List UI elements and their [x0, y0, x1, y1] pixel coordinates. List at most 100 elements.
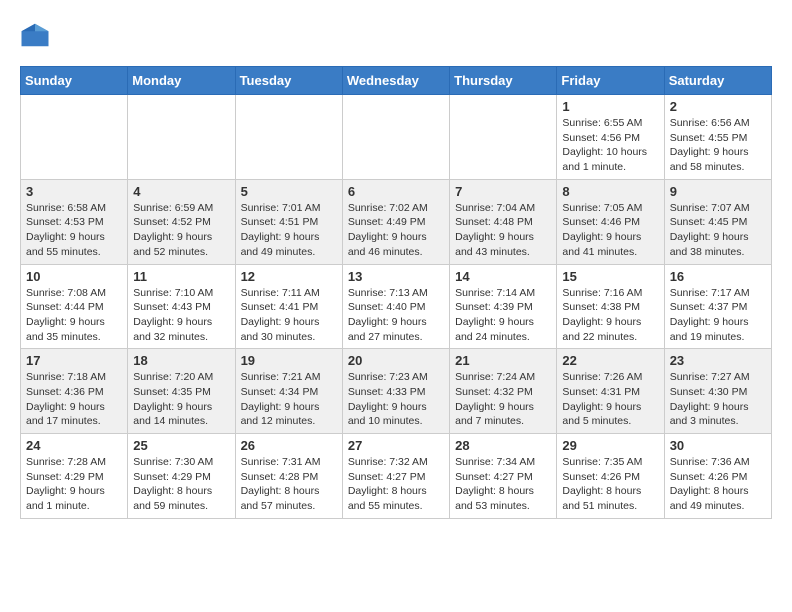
day-number: 25 [133, 438, 229, 453]
day-number: 5 [241, 184, 337, 199]
day-number: 18 [133, 353, 229, 368]
day-number: 2 [670, 99, 766, 114]
day-number: 4 [133, 184, 229, 199]
day-number: 27 [348, 438, 444, 453]
day-number: 17 [26, 353, 122, 368]
day-info: Sunrise: 7:07 AM Sunset: 4:45 PM Dayligh… [670, 201, 766, 260]
calendar-day-32: 28 Sunrise: 7:34 AM Sunset: 4:27 PM Dayli… [450, 434, 557, 519]
day-info: Sunrise: 7:02 AM Sunset: 4:49 PM Dayligh… [348, 201, 444, 260]
day-number: 19 [241, 353, 337, 368]
day-info: Sunrise: 7:17 AM Sunset: 4:37 PM Dayligh… [670, 286, 766, 345]
calendar-day-21: 17 Sunrise: 7:18 AM Sunset: 4:36 PM Dayli… [21, 349, 128, 434]
day-info: Sunrise: 7:18 AM Sunset: 4:36 PM Dayligh… [26, 370, 122, 429]
calendar-day-15: 11Sunrise: 7:10 AM Sunset: 4:43 PM Dayli… [128, 264, 235, 349]
calendar-day-0 [21, 95, 128, 180]
calendar-day-2 [235, 95, 342, 180]
day-number: 12 [241, 269, 337, 284]
header-saturday: Saturday [664, 67, 771, 95]
logo-icon [20, 20, 50, 50]
day-info: Sunrise: 6:59 AM Sunset: 4:52 PM Dayligh… [133, 201, 229, 260]
day-info: Sunrise: 7:10 AM Sunset: 4:43 PM Dayligh… [133, 286, 229, 345]
calendar-day-18: 14 Sunrise: 7:14 AM Sunset: 4:39 PM Dayli… [450, 264, 557, 349]
day-number: 29 [562, 438, 658, 453]
day-number: 24 [26, 438, 122, 453]
day-number: 23 [670, 353, 766, 368]
day-number: 21 [455, 353, 551, 368]
day-number: 15 [562, 269, 658, 284]
calendar-day-30: 26Sunrise: 7:31 AM Sunset: 4:28 PM Dayli… [235, 434, 342, 519]
calendar-day-29: 25 Sunrise: 7:30 AM Sunset: 4:29 PM Dayli… [128, 434, 235, 519]
day-number: 20 [348, 353, 444, 368]
day-info: Sunrise: 6:56 AM Sunset: 4:55 PM Dayligh… [670, 116, 766, 175]
calendar-week-2: 3 Sunrise: 6:58 AM Sunset: 4:53 PM Daylig… [21, 179, 772, 264]
calendar-day-12: 8 Sunrise: 7:05 AM Sunset: 4:46 PM Daylig… [557, 179, 664, 264]
day-info: Sunrise: 7:20 AM Sunset: 4:35 PM Dayligh… [133, 370, 229, 429]
day-number: 6 [348, 184, 444, 199]
calendar-day-9: 5 Sunrise: 7:01 AM Sunset: 4:51 PM Daylig… [235, 179, 342, 264]
calendar-day-25: 21 Sunrise: 7:24 AM Sunset: 4:32 PM Dayli… [450, 349, 557, 434]
day-number: 10 [26, 269, 122, 284]
day-info: Sunrise: 7:13 AM Sunset: 4:40 PM Dayligh… [348, 286, 444, 345]
day-number: 13 [348, 269, 444, 284]
calendar-day-11: 7Sunrise: 7:04 AM Sunset: 4:48 PM Daylig… [450, 179, 557, 264]
header-friday: Friday [557, 67, 664, 95]
calendar-day-23: 19Sunrise: 7:21 AM Sunset: 4:34 PM Dayli… [235, 349, 342, 434]
calendar-day-22: 18 Sunrise: 7:20 AM Sunset: 4:35 PM Dayli… [128, 349, 235, 434]
calendar-day-28: 24 Sunrise: 7:28 AM Sunset: 4:29 PM Dayli… [21, 434, 128, 519]
calendar-day-20: 16 Sunrise: 7:17 AM Sunset: 4:37 PM Dayli… [664, 264, 771, 349]
logo [20, 20, 54, 50]
day-info: Sunrise: 7:32 AM Sunset: 4:27 PM Dayligh… [348, 455, 444, 514]
day-number: 16 [670, 269, 766, 284]
calendar-day-3 [342, 95, 449, 180]
calendar-day-10: 6 Sunrise: 7:02 AM Sunset: 4:49 PM Daylig… [342, 179, 449, 264]
calendar-day-27: 23 Sunrise: 7:27 AM Sunset: 4:30 PM Dayli… [664, 349, 771, 434]
day-number: 30 [670, 438, 766, 453]
calendar-week-4: 17 Sunrise: 7:18 AM Sunset: 4:36 PM Dayli… [21, 349, 772, 434]
header-sunday: Sunday [21, 67, 128, 95]
calendar-day-5: 1Sunrise: 6:55 AM Sunset: 4:56 PM Daylig… [557, 95, 664, 180]
day-number: 22 [562, 353, 658, 368]
calendar-day-14: 10 Sunrise: 7:08 AM Sunset: 4:44 PM Dayli… [21, 264, 128, 349]
day-info: Sunrise: 7:34 AM Sunset: 4:27 PM Dayligh… [455, 455, 551, 514]
day-info: Sunrise: 6:58 AM Sunset: 4:53 PM Dayligh… [26, 201, 122, 260]
calendar-day-8: 4 Sunrise: 6:59 AM Sunset: 4:52 PM Daylig… [128, 179, 235, 264]
day-number: 28 [455, 438, 551, 453]
header-thursday: Thursday [450, 67, 557, 95]
calendar-day-7: 3 Sunrise: 6:58 AM Sunset: 4:53 PM Daylig… [21, 179, 128, 264]
header-wednesday: Wednesday [342, 67, 449, 95]
calendar-day-1 [128, 95, 235, 180]
day-info: Sunrise: 7:24 AM Sunset: 4:32 PM Dayligh… [455, 370, 551, 429]
calendar-day-6: 2 Sunrise: 6:56 AM Sunset: 4:55 PM Daylig… [664, 95, 771, 180]
calendar-day-31: 27 Sunrise: 7:32 AM Sunset: 4:27 PM Dayli… [342, 434, 449, 519]
day-number: 3 [26, 184, 122, 199]
header-monday: Monday [128, 67, 235, 95]
calendar-day-26: 22 Sunrise: 7:26 AM Sunset: 4:31 PM Dayli… [557, 349, 664, 434]
day-info: Sunrise: 7:05 AM Sunset: 4:46 PM Dayligh… [562, 201, 658, 260]
day-info: Sunrise: 7:28 AM Sunset: 4:29 PM Dayligh… [26, 455, 122, 514]
day-info: Sunrise: 6:55 AM Sunset: 4:56 PM Dayligh… [562, 116, 658, 175]
day-info: Sunrise: 7:27 AM Sunset: 4:30 PM Dayligh… [670, 370, 766, 429]
day-number: 14 [455, 269, 551, 284]
day-info: Sunrise: 7:30 AM Sunset: 4:29 PM Dayligh… [133, 455, 229, 514]
day-info: Sunrise: 7:04 AM Sunset: 4:48 PM Dayligh… [455, 201, 551, 260]
calendar-week-5: 24 Sunrise: 7:28 AM Sunset: 4:29 PM Dayli… [21, 434, 772, 519]
calendar-day-19: 15 Sunrise: 7:16 AM Sunset: 4:38 PM Dayli… [557, 264, 664, 349]
day-info: Sunrise: 7:01 AM Sunset: 4:51 PM Dayligh… [241, 201, 337, 260]
header [20, 20, 772, 50]
calendar-day-4 [450, 95, 557, 180]
calendar-day-33: 29 Sunrise: 7:35 AM Sunset: 4:26 PM Dayli… [557, 434, 664, 519]
day-info: Sunrise: 7:36 AM Sunset: 4:26 PM Dayligh… [670, 455, 766, 514]
day-info: Sunrise: 7:35 AM Sunset: 4:26 PM Dayligh… [562, 455, 658, 514]
day-number: 9 [670, 184, 766, 199]
day-info: Sunrise: 7:23 AM Sunset: 4:33 PM Dayligh… [348, 370, 444, 429]
day-info: Sunrise: 7:31 AM Sunset: 4:28 PM Dayligh… [241, 455, 337, 514]
calendar-day-17: 13 Sunrise: 7:13 AM Sunset: 4:40 PM Dayli… [342, 264, 449, 349]
calendar-week-1: 1Sunrise: 6:55 AM Sunset: 4:56 PM Daylig… [21, 95, 772, 180]
day-info: Sunrise: 7:14 AM Sunset: 4:39 PM Dayligh… [455, 286, 551, 345]
day-number: 8 [562, 184, 658, 199]
day-info: Sunrise: 7:26 AM Sunset: 4:31 PM Dayligh… [562, 370, 658, 429]
calendar-day-24: 20 Sunrise: 7:23 AM Sunset: 4:33 PM Dayli… [342, 349, 449, 434]
day-info: Sunrise: 7:16 AM Sunset: 4:38 PM Dayligh… [562, 286, 658, 345]
day-info: Sunrise: 7:11 AM Sunset: 4:41 PM Dayligh… [241, 286, 337, 345]
day-info: Sunrise: 7:08 AM Sunset: 4:44 PM Dayligh… [26, 286, 122, 345]
